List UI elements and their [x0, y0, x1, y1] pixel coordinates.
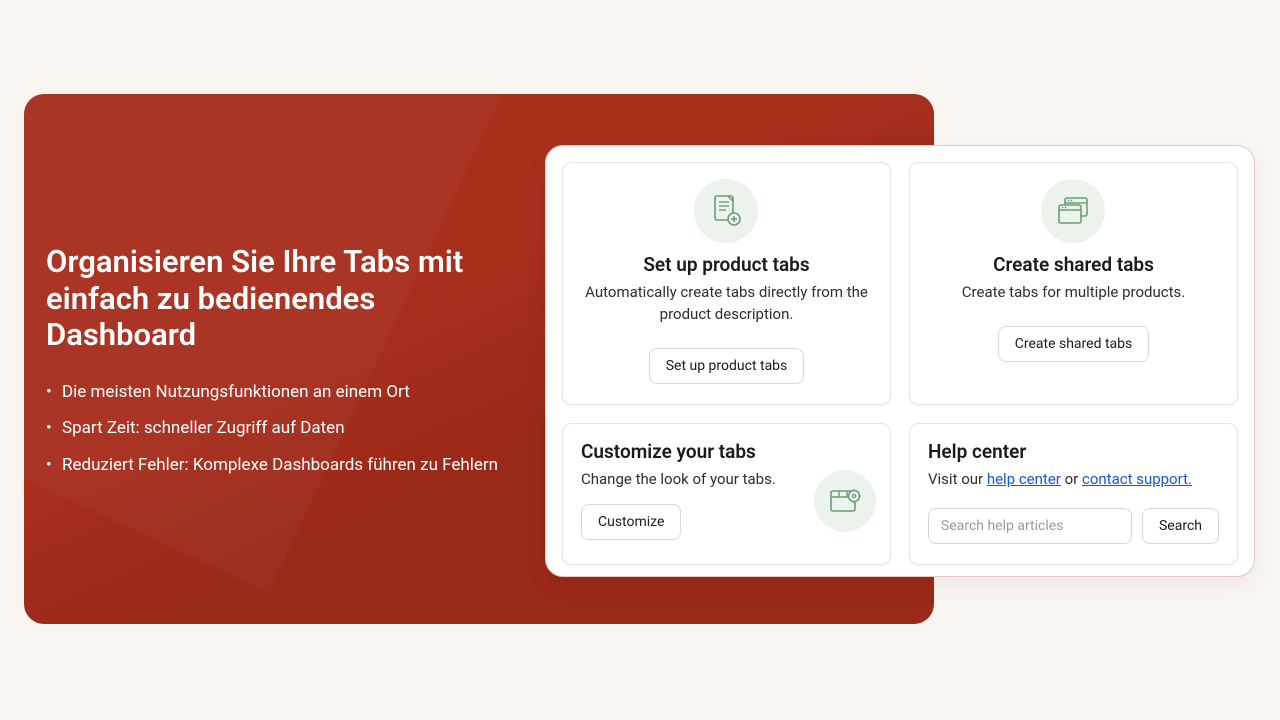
card-title: Set up product tabs — [643, 253, 809, 276]
card-create-shared-tabs: Create shared tabs Create tabs for multi… — [909, 162, 1238, 405]
card-title: Help center — [928, 440, 1219, 463]
help-text: or — [1061, 470, 1082, 488]
search-help-input[interactable] — [928, 508, 1132, 544]
hero-bullet: Reduziert Fehler: Komplexe Dashboards fü… — [46, 453, 506, 479]
hero-bullet: Die meisten Nutzungsfunktionen an einem … — [46, 380, 506, 406]
card-title: Create shared tabs — [993, 253, 1154, 276]
setup-product-tabs-button[interactable]: Set up product tabs — [649, 348, 805, 384]
create-shared-tabs-button[interactable]: Create shared tabs — [998, 326, 1149, 362]
tab-gear-icon — [814, 470, 876, 532]
card-description: Automatically create tabs directly from … — [581, 282, 872, 326]
help-center-link[interactable]: help center — [987, 470, 1061, 488]
customize-button[interactable]: Customize — [581, 504, 681, 540]
card-description: Create tabs for multiple products. — [962, 282, 1185, 304]
card-description: Visit our help center or contact support… — [928, 469, 1219, 491]
card-customize-tabs: Customize your tabs Change the look of y… — [562, 423, 891, 566]
search-button[interactable]: Search — [1142, 508, 1219, 544]
help-text: Visit our — [928, 470, 987, 488]
hero-title: Organisieren Sie Ihre Tabs mit einfach z… — [46, 244, 506, 354]
card-help-center: Help center Visit our help center or con… — [909, 423, 1238, 566]
document-plus-icon — [694, 179, 758, 243]
dashboard-panel: Set up product tabs Automatically create… — [545, 145, 1255, 577]
windows-icon — [1041, 179, 1105, 243]
contact-support-link[interactable]: contact support. — [1082, 470, 1192, 488]
hero-bullet: Spart Zeit: schneller Zugriff auf Daten — [46, 416, 506, 442]
hero-feature-list: Die meisten Nutzungsfunktionen an einem … — [46, 380, 506, 479]
card-setup-product-tabs: Set up product tabs Automatically create… — [562, 162, 891, 405]
card-title: Customize your tabs — [581, 440, 872, 463]
